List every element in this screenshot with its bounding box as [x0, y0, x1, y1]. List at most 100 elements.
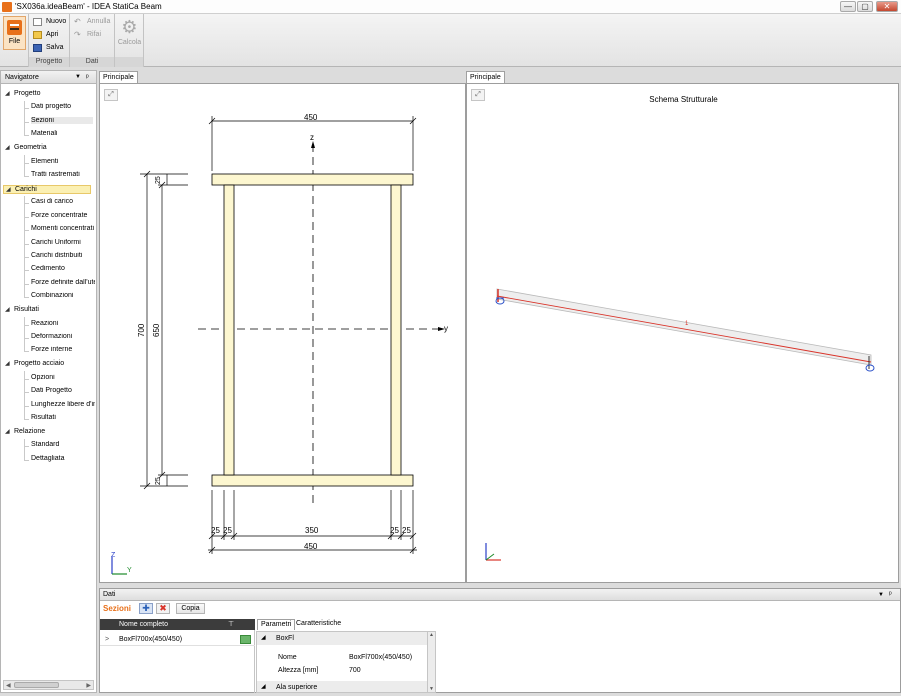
- nav-category-4[interactable]: ◢ Progetto acciaio: [5, 360, 64, 367]
- scroll-thumb[interactable]: [14, 682, 59, 688]
- horizontal-scrollbar[interactable]: ◀ ▶: [3, 680, 94, 690]
- dropdown-icon[interactable]: ▼: [878, 589, 884, 601]
- nav-category-2[interactable]: ◢ Carichi: [3, 185, 91, 194]
- rifai-label: Rifai: [87, 31, 102, 38]
- tree-connector: [24, 371, 25, 420]
- close-button[interactable]: ✕: [876, 1, 898, 12]
- file-group: File: [0, 14, 29, 67]
- copy-button[interactable]: Copia: [176, 603, 205, 614]
- nav-category-5[interactable]: ◢ Relazione: [5, 428, 45, 435]
- properties-grid: ◢ BoxFl Nome BoxFl700x(450/450) Altezza …: [256, 631, 436, 693]
- nav-category-1[interactable]: ◢ Geometria: [5, 144, 47, 151]
- nav-item[interactable]: Dati Progetto: [31, 387, 95, 394]
- nav-item[interactable]: Materiali: [31, 130, 95, 137]
- tab-principale-section[interactable]: Principale: [99, 71, 138, 83]
- table-row[interactable]: > BoxFl700x(450/450): [100, 633, 255, 646]
- box-section: [211, 173, 414, 487]
- filter-icon[interactable]: ⊤: [228, 619, 234, 630]
- nav-category-label: Geometria: [14, 144, 47, 152]
- group-ala-superiore[interactable]: ◢ Ala superiore: [257, 681, 427, 692]
- collapse-icon[interactable]: ◢: [261, 681, 266, 692]
- nav-item[interactable]: Opzioni: [31, 374, 95, 381]
- nav-item[interactable]: Sezioni: [31, 116, 93, 124]
- nav-item[interactable]: Tratti rastremati: [31, 171, 95, 178]
- grid-header: Nome completo ⊤: [100, 619, 255, 630]
- nav-item[interactable]: Lunghezze libere d'in: [31, 401, 95, 408]
- progetto-group: Nuovo Apri Salva Progetto: [29, 14, 70, 67]
- nav-item[interactable]: Cedimento: [31, 265, 95, 272]
- nuovo-button[interactable]: Nuovo: [33, 16, 66, 28]
- nav-item[interactable]: Carichi distribuiti: [31, 252, 95, 259]
- prop-value-nome[interactable]: BoxFl700x(450/450): [349, 651, 412, 664]
- nav-item[interactable]: Elementi: [31, 158, 95, 165]
- nav-item[interactable]: Forze interne: [31, 346, 95, 353]
- nav-item[interactable]: Dati progetto: [31, 103, 95, 110]
- nav-item[interactable]: Casi di carico: [31, 198, 95, 205]
- undo-icon: ↶: [74, 17, 81, 26]
- apri-button[interactable]: Apri: [33, 29, 58, 41]
- group-boxfl[interactable]: ◢ BoxFl: [257, 632, 427, 645]
- nav-item[interactable]: Carichi Uniformi: [31, 239, 95, 246]
- tab-parametri[interactable]: Parametri: [257, 619, 296, 630]
- nav-item[interactable]: Combinazioni: [31, 292, 95, 299]
- calcola-group: ⚙ Calcola: [115, 14, 144, 67]
- pin-icon[interactable]: ᵖ: [86, 71, 89, 84]
- nav-item[interactable]: Dettagliata: [31, 455, 95, 462]
- scroll-up-icon[interactable]: ▲: [429, 632, 434, 638]
- scroll-right-icon[interactable]: ▶: [86, 682, 91, 689]
- nav-item[interactable]: Reazioni: [31, 320, 95, 327]
- salva-label: Salva: [46, 44, 64, 51]
- scroll-down-icon[interactable]: ▼: [429, 686, 434, 692]
- nav-item[interactable]: Deformazioni: [31, 333, 95, 340]
- collapse-icon[interactable]: ◢: [261, 632, 266, 645]
- nav-category-3[interactable]: ◢ Risultati: [5, 306, 39, 313]
- expand-arrow-icon[interactable]: ◢: [5, 306, 14, 313]
- grid-header-label: Nome completo: [119, 621, 169, 628]
- add-section-button[interactable]: ✚: [139, 603, 153, 614]
- dim-web-right-b: 25: [402, 526, 411, 535]
- dim-web-right-a: 25: [390, 526, 399, 535]
- expand-arrow-icon[interactable]: ◢: [5, 360, 14, 367]
- scheme-view: ⤢ Schema Strutturale 1: [466, 83, 899, 583]
- maximize-button[interactable]: ▢: [857, 1, 873, 12]
- delete-section-button[interactable]: ✖: [156, 603, 170, 614]
- calcola-label: Calcola: [117, 39, 142, 46]
- dim-height-outer: 700: [137, 323, 146, 337]
- prop-label-altezza: Altezza [mm]: [278, 667, 319, 674]
- calcola-button[interactable]: ⚙ Calcola: [117, 16, 142, 50]
- beam-solid: [496, 288, 872, 366]
- y-axis-label: y: [444, 324, 448, 333]
- file-button[interactable]: File: [3, 16, 26, 50]
- nav-item[interactable]: Momenti concentrati: [31, 225, 95, 232]
- rifai-button[interactable]: ↷ Rifai: [74, 29, 101, 41]
- nav-item[interactable]: Forze concentrate: [31, 212, 95, 219]
- nav-item[interactable]: Standard: [31, 441, 95, 448]
- nav-item[interactable]: Risultati: [31, 414, 95, 421]
- expand-arrow-icon[interactable]: ◢: [6, 186, 15, 193]
- tab-principale-scheme[interactable]: Principale: [466, 71, 505, 83]
- left-web: [223, 184, 235, 476]
- expand-arrow-icon[interactable]: ◢: [5, 428, 14, 435]
- dropdown-icon[interactable]: ▼: [75, 71, 81, 84]
- edit-section-icon[interactable]: [240, 635, 251, 644]
- expand-arrow-icon[interactable]: ◢: [5, 144, 14, 151]
- pin-icon[interactable]: ᵖ: [889, 589, 892, 601]
- salva-button[interactable]: Salva: [33, 42, 64, 54]
- nav-item[interactable]: Forze definite dall'ute: [31, 279, 95, 286]
- plus-icon: ✚: [142, 603, 150, 613]
- expand-arrow-icon[interactable]: ◢: [5, 90, 14, 97]
- window-title: 'SX036a.ideaBeam' - IDEA StatiCa Beam: [15, 2, 162, 11]
- prop-label-nome: Nome: [278, 654, 297, 661]
- prop-row-nome: Nome BoxFl700x(450/450): [257, 651, 427, 664]
- nav-category-0[interactable]: ◢ Progetto: [5, 90, 40, 97]
- file-icon: [7, 20, 22, 35]
- z-axis-label: z: [310, 133, 314, 142]
- scroll-left-icon[interactable]: ◀: [6, 682, 11, 689]
- annulla-button[interactable]: ↶ Annulla: [74, 16, 110, 28]
- prop-value-altezza[interactable]: 700: [349, 664, 361, 677]
- row-expander-icon[interactable]: >: [105, 633, 109, 646]
- minimize-button[interactable]: —: [840, 1, 856, 12]
- title-bar: 'SX036a.ideaBeam' - IDEA StatiCa Beam — …: [0, 0, 901, 14]
- vertical-scrollbar[interactable]: ▲ ▼: [427, 632, 435, 692]
- tab-caratteristiche[interactable]: Caratteristiche: [296, 620, 341, 627]
